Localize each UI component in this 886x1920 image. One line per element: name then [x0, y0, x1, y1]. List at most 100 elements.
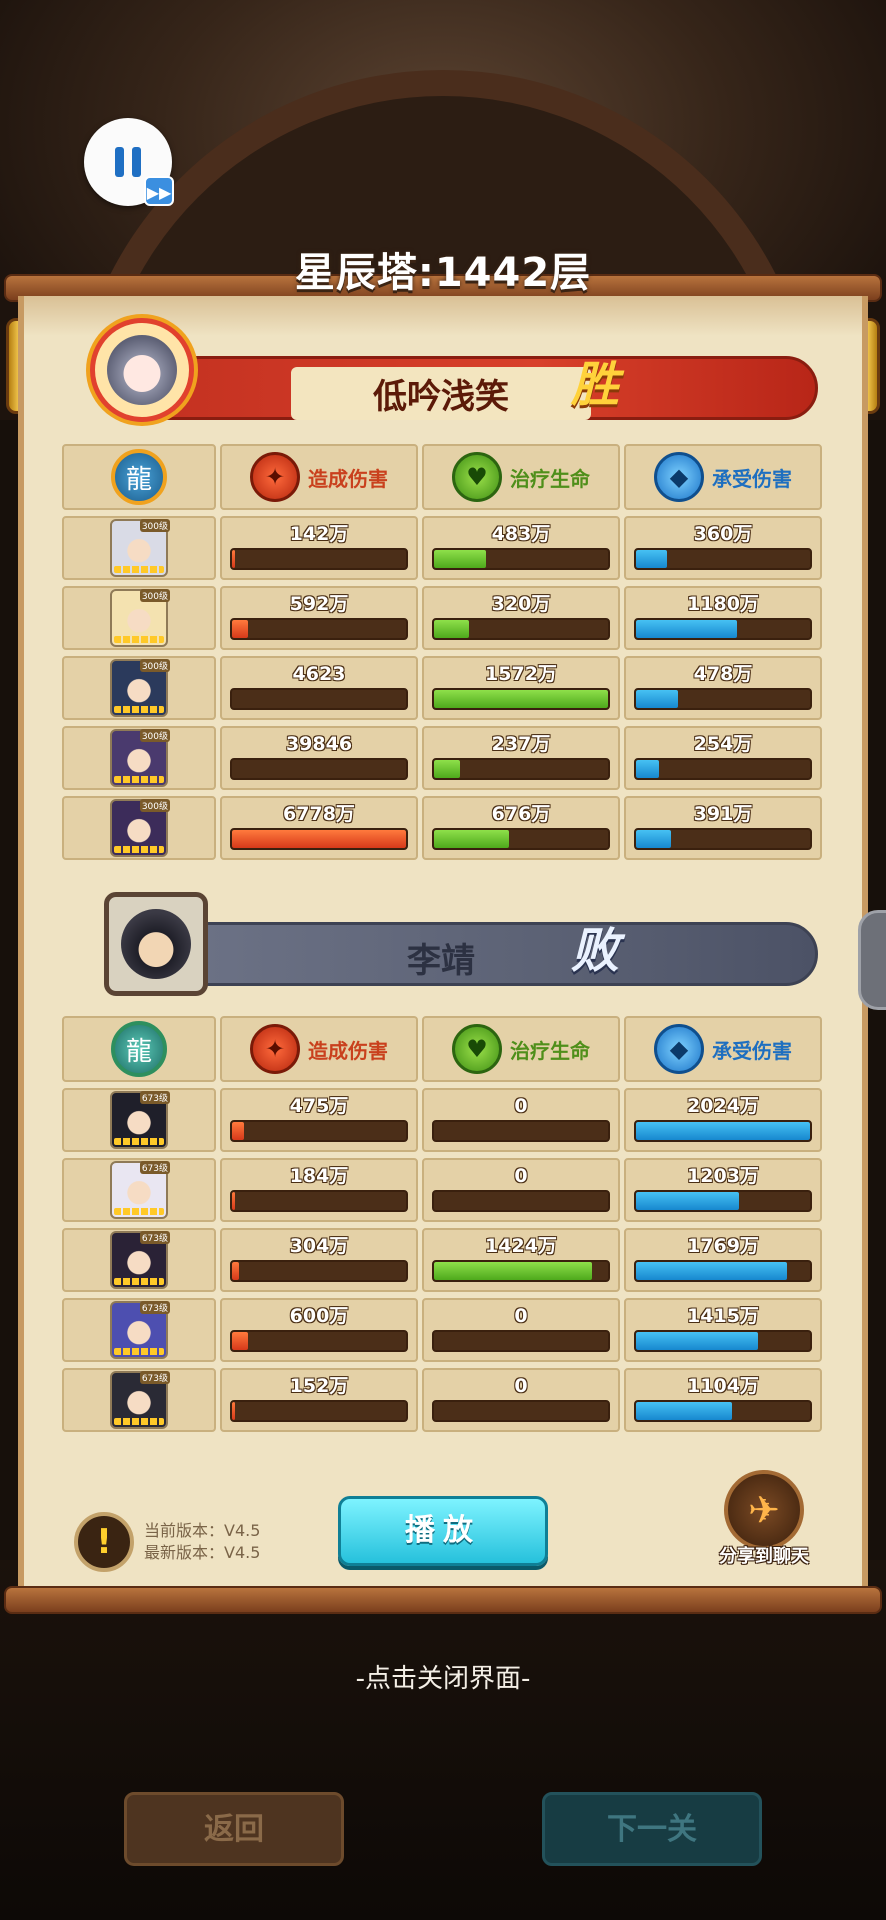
- heal-bar-fill: [434, 760, 461, 778]
- leader-avatar: [104, 892, 208, 996]
- damage-value: 304万: [289, 1235, 349, 1257]
- hero-level: 300级: [139, 659, 170, 672]
- header-taken: ◆ 承受伤害: [624, 444, 822, 510]
- page-title: 星辰塔:1442层: [294, 250, 592, 296]
- heal-bar-fill: [434, 830, 509, 848]
- team-pet-cell: 龍: [62, 444, 216, 510]
- back-button[interactable]: 返回: [124, 1792, 344, 1866]
- heal-stat-cell: 0: [422, 1088, 620, 1152]
- star-icon: [114, 776, 164, 783]
- side-tab[interactable]: [858, 910, 886, 1010]
- damage-icon: ✦: [250, 1024, 300, 1074]
- taken-stat-cell: 1769万: [624, 1228, 822, 1292]
- heal-value: 237万: [491, 733, 551, 755]
- team-banner-win: 低吟浅笑 胜: [118, 356, 818, 420]
- leader-avatar: [90, 318, 194, 422]
- heal-bar: [432, 1190, 610, 1212]
- damage-bar: [230, 688, 408, 710]
- damage-stat-cell: 304万: [220, 1228, 418, 1292]
- header-taken: ◆ 承受伤害: [624, 1016, 822, 1082]
- result-win-label: 胜: [571, 357, 620, 413]
- hero-portrait[interactable]: 673级: [110, 1161, 170, 1219]
- taken-value: 1104万: [687, 1375, 759, 1397]
- taken-bar: [634, 1260, 812, 1282]
- heal-bar: [432, 828, 610, 850]
- damage-value: 39846: [285, 733, 353, 755]
- heal-bar: [432, 1260, 610, 1282]
- hero-cell: 300级: [62, 516, 216, 580]
- heal-value: 0: [514, 1165, 528, 1187]
- hero-portrait[interactable]: 300级: [110, 589, 170, 647]
- taken-stat-cell: 2024万: [624, 1088, 822, 1152]
- heal-bar: [432, 1120, 610, 1142]
- taken-value: 391万: [693, 803, 753, 825]
- star-icon: [114, 1348, 164, 1355]
- damage-stat-cell: 6778万: [220, 796, 418, 860]
- taken-bar: [634, 1330, 812, 1352]
- taken-value: 478万: [693, 663, 753, 685]
- hero-level: 673级: [139, 1161, 170, 1174]
- result-lose-label: 败: [571, 923, 620, 979]
- taken-bar-fill: [636, 1192, 739, 1210]
- heal-bar: [432, 1400, 610, 1422]
- taken-value: 360万: [693, 523, 753, 545]
- taken-value: 1415万: [687, 1305, 759, 1327]
- damage-value: 475万: [289, 1095, 349, 1117]
- heal-bar: [432, 758, 610, 780]
- star-icon: [114, 1138, 164, 1145]
- damage-bar-fill: [232, 1402, 236, 1420]
- hero-portrait[interactable]: 673级: [110, 1371, 170, 1429]
- hero-portrait[interactable]: 300级: [110, 729, 170, 787]
- damage-bar-fill: [232, 1262, 239, 1280]
- heal-stat-cell: 483万: [422, 516, 620, 580]
- stats-table-lose: 龍 ✦ 造成伤害 ♥ 治疗生命 ◆ 承受伤害 673级 475万 0 2024万 673…: [62, 1016, 826, 1438]
- damage-stat-cell: 142万: [220, 516, 418, 580]
- stats-table-win: 龍 ✦ 造成伤害 ♥ 治疗生命 ◆ 承受伤害 300级 142万 483万 360万 3…: [62, 444, 826, 866]
- damage-bar-fill: [232, 830, 406, 848]
- damage-bar-fill: [232, 620, 248, 638]
- hero-portrait[interactable]: 673级: [110, 1231, 170, 1289]
- latest-version: 最新版本：V4.5: [144, 1543, 261, 1562]
- taken-bar: [634, 828, 812, 850]
- hero-cell: 300级: [62, 586, 216, 650]
- hero-portrait[interactable]: 300级: [110, 659, 170, 717]
- close-hint[interactable]: -点击关闭界面-: [0, 1658, 886, 1695]
- taken-bar-fill: [636, 1402, 732, 1420]
- play-button[interactable]: 播放: [338, 1496, 548, 1566]
- version-info: 当前版本：V4.5 最新版本：V4.5: [144, 1520, 260, 1564]
- taken-bar: [634, 548, 812, 570]
- heal-bar-fill: [434, 1262, 593, 1280]
- share-button[interactable]: ✈ 分享到聊天: [704, 1470, 824, 1570]
- next-level-button[interactable]: 下一关: [542, 1792, 762, 1866]
- hero-level: 673级: [139, 1091, 170, 1104]
- taken-value: 1203万: [687, 1165, 759, 1187]
- damage-bar: [230, 1120, 408, 1142]
- header-damage: ✦ 造成伤害: [220, 1016, 418, 1082]
- shield-icon: ◆: [654, 1024, 704, 1074]
- heal-stat-cell: 0: [422, 1158, 620, 1222]
- taken-stat-cell: 1415万: [624, 1298, 822, 1362]
- taken-bar: [634, 1400, 812, 1422]
- info-icon[interactable]: !: [74, 1512, 134, 1572]
- taken-bar: [634, 688, 812, 710]
- taken-bar-fill: [636, 830, 671, 848]
- hero-portrait[interactable]: 673级: [110, 1091, 170, 1149]
- heal-value: 320万: [491, 593, 551, 615]
- hero-level: 673级: [139, 1371, 170, 1384]
- header-label: 承受伤害: [712, 466, 792, 491]
- hero-portrait[interactable]: 300级: [110, 519, 170, 577]
- avatar: [121, 909, 191, 979]
- heal-value: 676万: [491, 803, 551, 825]
- taken-bar-fill: [636, 760, 659, 778]
- heal-value: 0: [514, 1375, 528, 1397]
- header-label: 造成伤害: [308, 466, 388, 491]
- heal-bar: [432, 688, 610, 710]
- heal-stat-cell: 237万: [422, 726, 620, 790]
- fast-forward-icon[interactable]: ▶▶: [144, 176, 174, 206]
- hero-portrait[interactable]: 300级: [110, 799, 170, 857]
- star-icon: [114, 636, 164, 643]
- hero-level: 300级: [139, 729, 170, 742]
- damage-stat-cell: 4623: [220, 656, 418, 720]
- damage-bar: [230, 548, 408, 570]
- hero-portrait[interactable]: 673级: [110, 1301, 170, 1359]
